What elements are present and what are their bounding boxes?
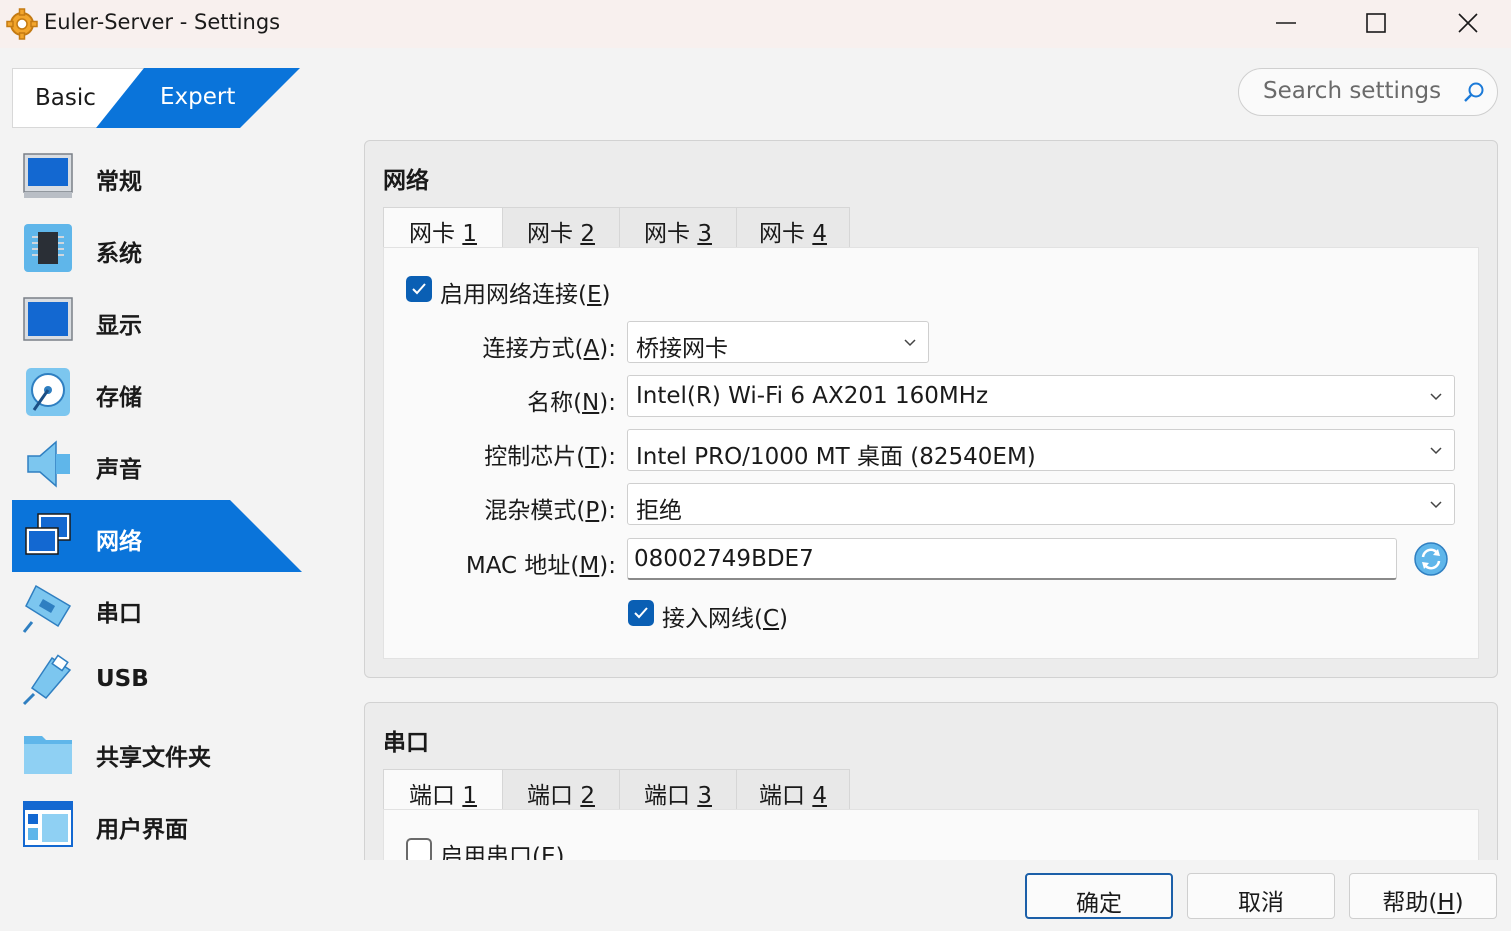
- cable-connected-checkbox[interactable]: [628, 600, 654, 626]
- chevron-down-icon: [1430, 393, 1442, 401]
- speaker-icon: [27, 440, 70, 488]
- check-icon: [634, 607, 648, 619]
- tab-adapter-1[interactable]: 网卡 1: [383, 207, 503, 247]
- enable-network-label: 启用网络连接(E): [440, 282, 611, 308]
- sidebar-item-system[interactable]: 系统: [12, 212, 302, 284]
- search-icon: [1464, 82, 1484, 102]
- usb-icon: [22, 654, 72, 706]
- network-icon: [25, 513, 71, 555]
- tab-adapter-3[interactable]: 网卡 3: [619, 207, 737, 247]
- tab-port-2[interactable]: 端口 2: [502, 769, 620, 809]
- window-title: Euler-Server - Settings: [44, 10, 281, 34]
- mac-address-input[interactable]: 08002749BDE7: [627, 538, 1397, 580]
- adapter-panel: 启用网络连接(E) 连接方式(A): 桥接网卡 名称(N): Intel(R) …: [383, 247, 1479, 659]
- tab-port-3[interactable]: 端口 3: [619, 769, 737, 809]
- maximize-button[interactable]: [1330, 0, 1422, 46]
- ui-window-icon: [23, 801, 73, 847]
- serial-port-icon: [22, 584, 72, 633]
- search-input[interactable]: Search settings: [1238, 68, 1498, 116]
- sidebar-item-label: 存储: [96, 385, 142, 411]
- network-group: 网络 网卡 1 网卡 2 网卡 3 网卡 4 启用网络连接(E) 连接方式(A)…: [364, 140, 1498, 678]
- mode-switch: Basic Expert: [12, 68, 300, 128]
- display-icon: [23, 297, 73, 341]
- sidebar-item-audio[interactable]: 声音: [12, 428, 302, 500]
- promiscuous-label: 混杂模式(P):: [484, 498, 616, 524]
- sidebar-item-network[interactable]: 网络: [12, 500, 302, 572]
- sidebar-item-user-interface[interactable]: 用户界面: [12, 788, 302, 860]
- sidebar-item-label: 用户界面: [96, 817, 188, 843]
- gear-icon: [6, 8, 38, 40]
- chevron-down-icon: [904, 339, 916, 347]
- sidebar-item-label: 共享文件夹: [96, 745, 211, 771]
- sidebar-item-label: 常规: [96, 169, 142, 195]
- close-button[interactable]: [1422, 0, 1511, 46]
- attached-to-select[interactable]: 桥接网卡: [627, 321, 929, 363]
- tab-port-1[interactable]: 端口 1: [383, 769, 503, 809]
- cancel-button[interactable]: 取消: [1187, 873, 1335, 919]
- adapter-type-label: 控制芯片(T):: [484, 444, 616, 470]
- mac-address-label: MAC 地址(M):: [465, 553, 616, 579]
- adapter-type-select[interactable]: Intel PRO/1000 MT 桌面 (82540EM): [627, 429, 1455, 471]
- close-icon: [1458, 13, 1478, 33]
- sidebar-item-label: 网络: [96, 529, 142, 555]
- sidebar-item-usb[interactable]: USB: [12, 644, 302, 716]
- title-bar: Euler-Server - Settings: [0, 0, 1511, 48]
- mode-expert-button[interactable]: [12, 68, 300, 128]
- help-button[interactable]: 帮助(H): [1349, 873, 1497, 919]
- sidebar-item-display[interactable]: 显示: [12, 284, 302, 356]
- minimize-icon: [1276, 22, 1296, 24]
- sidebar-item-label: 串口: [96, 601, 142, 627]
- maximize-icon: [1366, 13, 1386, 33]
- sidebar-item-general[interactable]: 常规: [12, 140, 302, 212]
- adapter-name-select[interactable]: Intel(R) Wi-Fi 6 AX201 160MHz: [627, 375, 1455, 417]
- sidebar-item-label: 系统: [96, 241, 142, 267]
- enable-network-checkbox[interactable]: [406, 276, 432, 302]
- minimize-button[interactable]: [1240, 0, 1332, 46]
- ok-button[interactable]: 确定: [1025, 873, 1173, 919]
- sidebar-item-label: USB: [96, 666, 149, 692]
- folder-icon: [24, 736, 72, 774]
- tab-port-4[interactable]: 端口 4: [736, 769, 850, 809]
- refresh-mac-icon[interactable]: [1413, 541, 1449, 577]
- attached-to-label: 连接方式(A):: [482, 336, 616, 362]
- serial-group-title: 串口: [383, 730, 429, 756]
- sidebar-item-serial[interactable]: 串口: [12, 572, 302, 644]
- mode-expert-label: Expert: [160, 84, 236, 110]
- tab-adapter-2[interactable]: 网卡 2: [502, 207, 620, 247]
- sidebar-item-label: 声音: [96, 457, 142, 483]
- sidebar-item-label: 显示: [96, 313, 142, 339]
- monitor-icon: [23, 153, 73, 198]
- network-group-title: 网络: [383, 168, 429, 194]
- sidebar-item-shared-folders[interactable]: 共享文件夹: [12, 716, 302, 788]
- promiscuous-select[interactable]: 拒绝: [627, 483, 1455, 525]
- chevron-down-icon: [1430, 447, 1442, 455]
- cable-connected-label: 接入网线(C): [662, 606, 789, 632]
- disk-icon: [26, 368, 70, 416]
- chevron-down-icon: [1430, 501, 1442, 509]
- chip-icon: [24, 224, 72, 272]
- name-label: 名称(N):: [527, 390, 616, 416]
- tab-adapter-4[interactable]: 网卡 4: [736, 207, 850, 247]
- sidebar-item-storage[interactable]: 存储: [12, 356, 302, 428]
- search-placeholder: Search settings: [1263, 78, 1442, 104]
- check-icon: [412, 283, 426, 295]
